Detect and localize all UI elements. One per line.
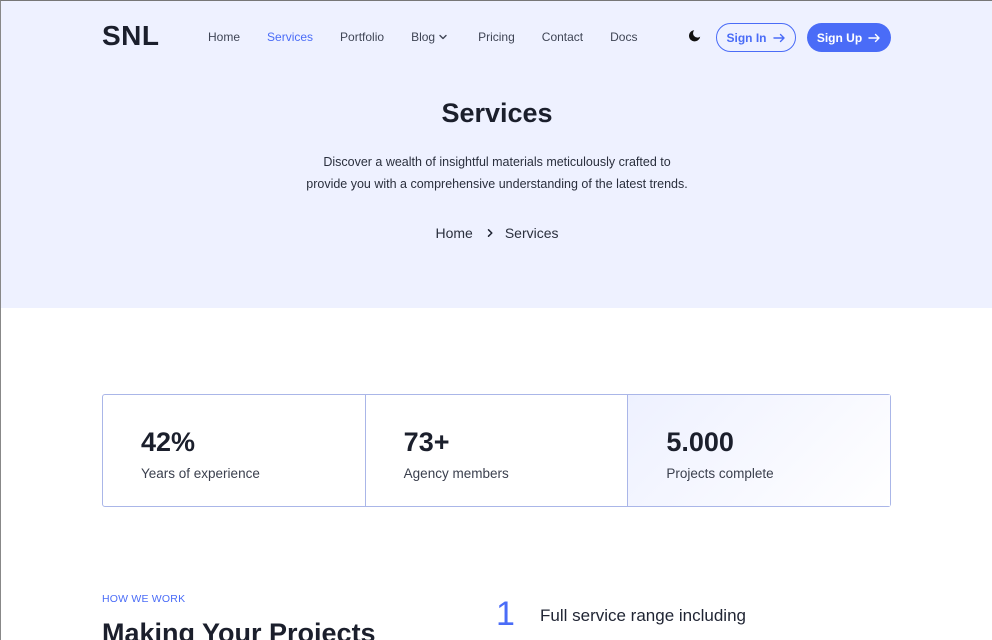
breadcrumb-current: Services [504, 225, 559, 241]
stat-value: 5.000 [666, 427, 734, 457]
stat-value: 42% [141, 427, 196, 457]
stat-card: 42% Years of experience [103, 395, 365, 506]
breadcrumb-home[interactable]: Home [435, 225, 472, 241]
nav-portfolio[interactable]: Portfolio [340, 30, 384, 44]
arrow-right-icon [772, 33, 785, 42]
nav-blog[interactable]: Blog [411, 30, 448, 44]
sign-in-button[interactable]: Sign In [716, 23, 796, 52]
moon-icon[interactable] [687, 28, 703, 44]
breadcrumb: Home Services [1, 225, 992, 241]
arrow-right-icon [868, 33, 880, 42]
stat-value: 73+ [403, 427, 450, 457]
nav-services[interactable]: Services [267, 30, 313, 44]
chevron-down-icon [439, 34, 447, 40]
stats-panel: 42% Years of experience 73+ Agency membe… [102, 394, 891, 507]
stat-label: Agency members [403, 466, 509, 481]
nav-blog-label: Blog [411, 30, 436, 44]
stat-card: 5.000 Projects complete [627, 395, 891, 506]
hero-description-line-1: Discover a wealth of insightful material… [323, 155, 671, 169]
page-title: Services [441, 98, 553, 128]
chevron-right-icon [487, 229, 493, 237]
sign-in-label: Sign In [726, 30, 767, 45]
page: SNL Home Services Portfolio Blog Pricing… [0, 0, 992, 640]
stat-label: Years of experience [141, 466, 260, 481]
nav-contact[interactable]: Contact [542, 30, 583, 44]
step-title: Full service range including [540, 606, 746, 625]
stat-card: 73+ Agency members [364, 395, 628, 506]
section-eyebrow: HOW WE WORK [102, 593, 186, 605]
sign-up-label: Sign Up [816, 30, 863, 45]
sign-up-button[interactable]: Sign Up [807, 23, 891, 52]
nav-docs[interactable]: Docs [610, 30, 637, 44]
stat-label: Projects complete [666, 466, 774, 481]
hero-description: Discover a wealth of insightful material… [247, 151, 747, 195]
section-title: Making Your Projects [102, 618, 376, 640]
logo[interactable]: SNL [102, 20, 160, 52]
hero-section: SNL Home Services Portfolio Blog Pricing… [1, 1, 992, 308]
step-number: 1 [496, 595, 515, 633]
hero-description-line-2: provide you with a comprehensive underst… [306, 177, 688, 191]
nav-home[interactable]: Home [208, 30, 240, 44]
main-nav: Home Services Portfolio Blog Pricing Con… [208, 30, 637, 44]
nav-pricing[interactable]: Pricing [478, 30, 515, 44]
